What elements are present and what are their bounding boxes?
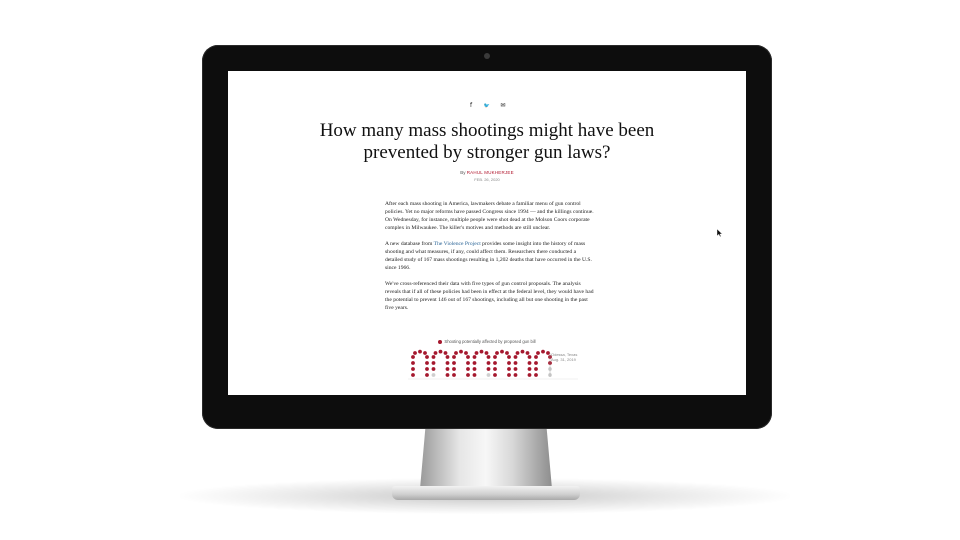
shooting-dot (418, 349, 422, 354)
shooting-dot (525, 351, 530, 355)
paragraph-3: We've cross-referenced their data with f… (385, 280, 594, 312)
monitor-base (392, 486, 580, 500)
shooting-dot (466, 373, 470, 377)
shooting-dot (484, 351, 489, 355)
shooting-dot (534, 361, 538, 365)
shooting-dot (515, 351, 520, 355)
chart-annotation: Odessa, Texas Aug. 31, 2019 (551, 352, 577, 362)
annotation-date: Aug. 31, 2019 (551, 357, 576, 362)
shooting-dot (445, 373, 450, 377)
shooting-dot (474, 351, 479, 355)
shooting-dot (425, 367, 429, 371)
shooting-dot (431, 361, 436, 365)
webcam-icon (484, 53, 490, 59)
shooting-dot (472, 355, 477, 359)
shooting-dot (507, 355, 511, 359)
shooting-dot (534, 373, 538, 377)
shooting-dot (452, 361, 456, 365)
byline: By RAHUL MUKHERJEE (228, 170, 746, 175)
shooting-dot (472, 373, 477, 377)
shooting-dot (452, 355, 456, 359)
mouse-cursor-icon (717, 229, 723, 237)
browser-screen: f 🐦 ✉ How many mass shootings might have… (228, 71, 746, 395)
paragraph-2-start: A new database from (385, 240, 434, 247)
shooting-dot (493, 355, 497, 359)
shooting-dot (493, 361, 497, 365)
twitter-icon[interactable]: 🐦 (482, 103, 492, 109)
chart-legend: Shooting potentially affected by propose… (228, 339, 746, 344)
legend-dot-icon (438, 339, 443, 344)
shooting-dot (454, 351, 458, 355)
paragraph-2: A new database from The Violence Project… (385, 240, 595, 272)
shooting-dot (411, 355, 415, 359)
article-body: After each mass shooting in America, law… (385, 200, 595, 320)
shooting-dot (431, 373, 436, 377)
shooting-dot (466, 361, 470, 365)
monitor-stand (420, 429, 552, 489)
shooting-dot (486, 373, 491, 377)
shooting-dot (433, 351, 438, 355)
byline-prefix: By (460, 170, 466, 175)
shooting-dot (423, 351, 427, 355)
shooting-dot (507, 373, 511, 377)
shooting-dot (445, 355, 450, 359)
shooting-dot (500, 349, 504, 354)
shooting-dot (445, 361, 450, 365)
shooting-dot (536, 351, 540, 355)
article-headline: How many mass shootings might have been … (319, 120, 655, 163)
shooting-dot (431, 355, 436, 359)
shooting-dot (464, 351, 468, 355)
facebook-icon[interactable]: f (466, 102, 476, 109)
paragraph-1: After each mass shooting in America, law… (385, 201, 594, 232)
shooting-dot (505, 351, 509, 355)
shooting-dot (452, 367, 456, 371)
shooting-dot (411, 361, 415, 365)
shooting-dot (486, 361, 491, 365)
shooting-dot (486, 355, 491, 359)
shooting-dot (541, 349, 545, 354)
violence-project-link[interactable]: The Violence Project (434, 241, 481, 247)
shooting-dot (445, 367, 450, 371)
shooting-dot (527, 373, 532, 377)
shooting-dot (513, 367, 518, 371)
shooting-dot (513, 361, 518, 365)
shooting-dot (411, 373, 415, 377)
shooting-dot (513, 355, 518, 359)
shooting-dot (493, 367, 497, 371)
publish-date: FEB. 26, 2020 (474, 177, 500, 182)
shooting-dot (425, 355, 429, 359)
shooting-dot (527, 355, 532, 359)
author-link[interactable]: RAHUL MUKHERJEE (467, 170, 514, 175)
shooting-dot (459, 349, 463, 354)
shooting-dot (534, 355, 538, 359)
shooting-dot (472, 361, 477, 365)
shooting-dot (438, 349, 443, 354)
shooting-dot (534, 367, 538, 371)
shooting-dot (520, 349, 525, 354)
shooting-dot (466, 355, 470, 359)
shooting-dot (507, 361, 511, 365)
shooting-dot (431, 367, 436, 371)
shooting-dot (466, 367, 470, 371)
shooting-dot (413, 351, 417, 355)
shooting-dot (493, 373, 497, 377)
share-bar: f 🐦 ✉ (228, 102, 746, 109)
shooting-dot (443, 351, 448, 355)
shooting-dot (479, 349, 484, 354)
shooting-dot (472, 367, 477, 371)
shooting-dot (513, 373, 518, 377)
shooting-dot (495, 351, 499, 355)
shooting-dot (507, 367, 511, 371)
shooting-dot (527, 367, 532, 371)
shooting-dot (546, 351, 550, 355)
shooting-dot (486, 367, 491, 371)
shooting-dot (452, 373, 456, 377)
shooting-dot (425, 373, 429, 377)
shooting-dot (425, 361, 429, 365)
shooting-dot (411, 367, 415, 371)
mail-icon[interactable]: ✉ (498, 102, 508, 109)
shooting-dot (527, 361, 532, 365)
legend-label: Shooting potentially affected by propose… (444, 339, 536, 344)
